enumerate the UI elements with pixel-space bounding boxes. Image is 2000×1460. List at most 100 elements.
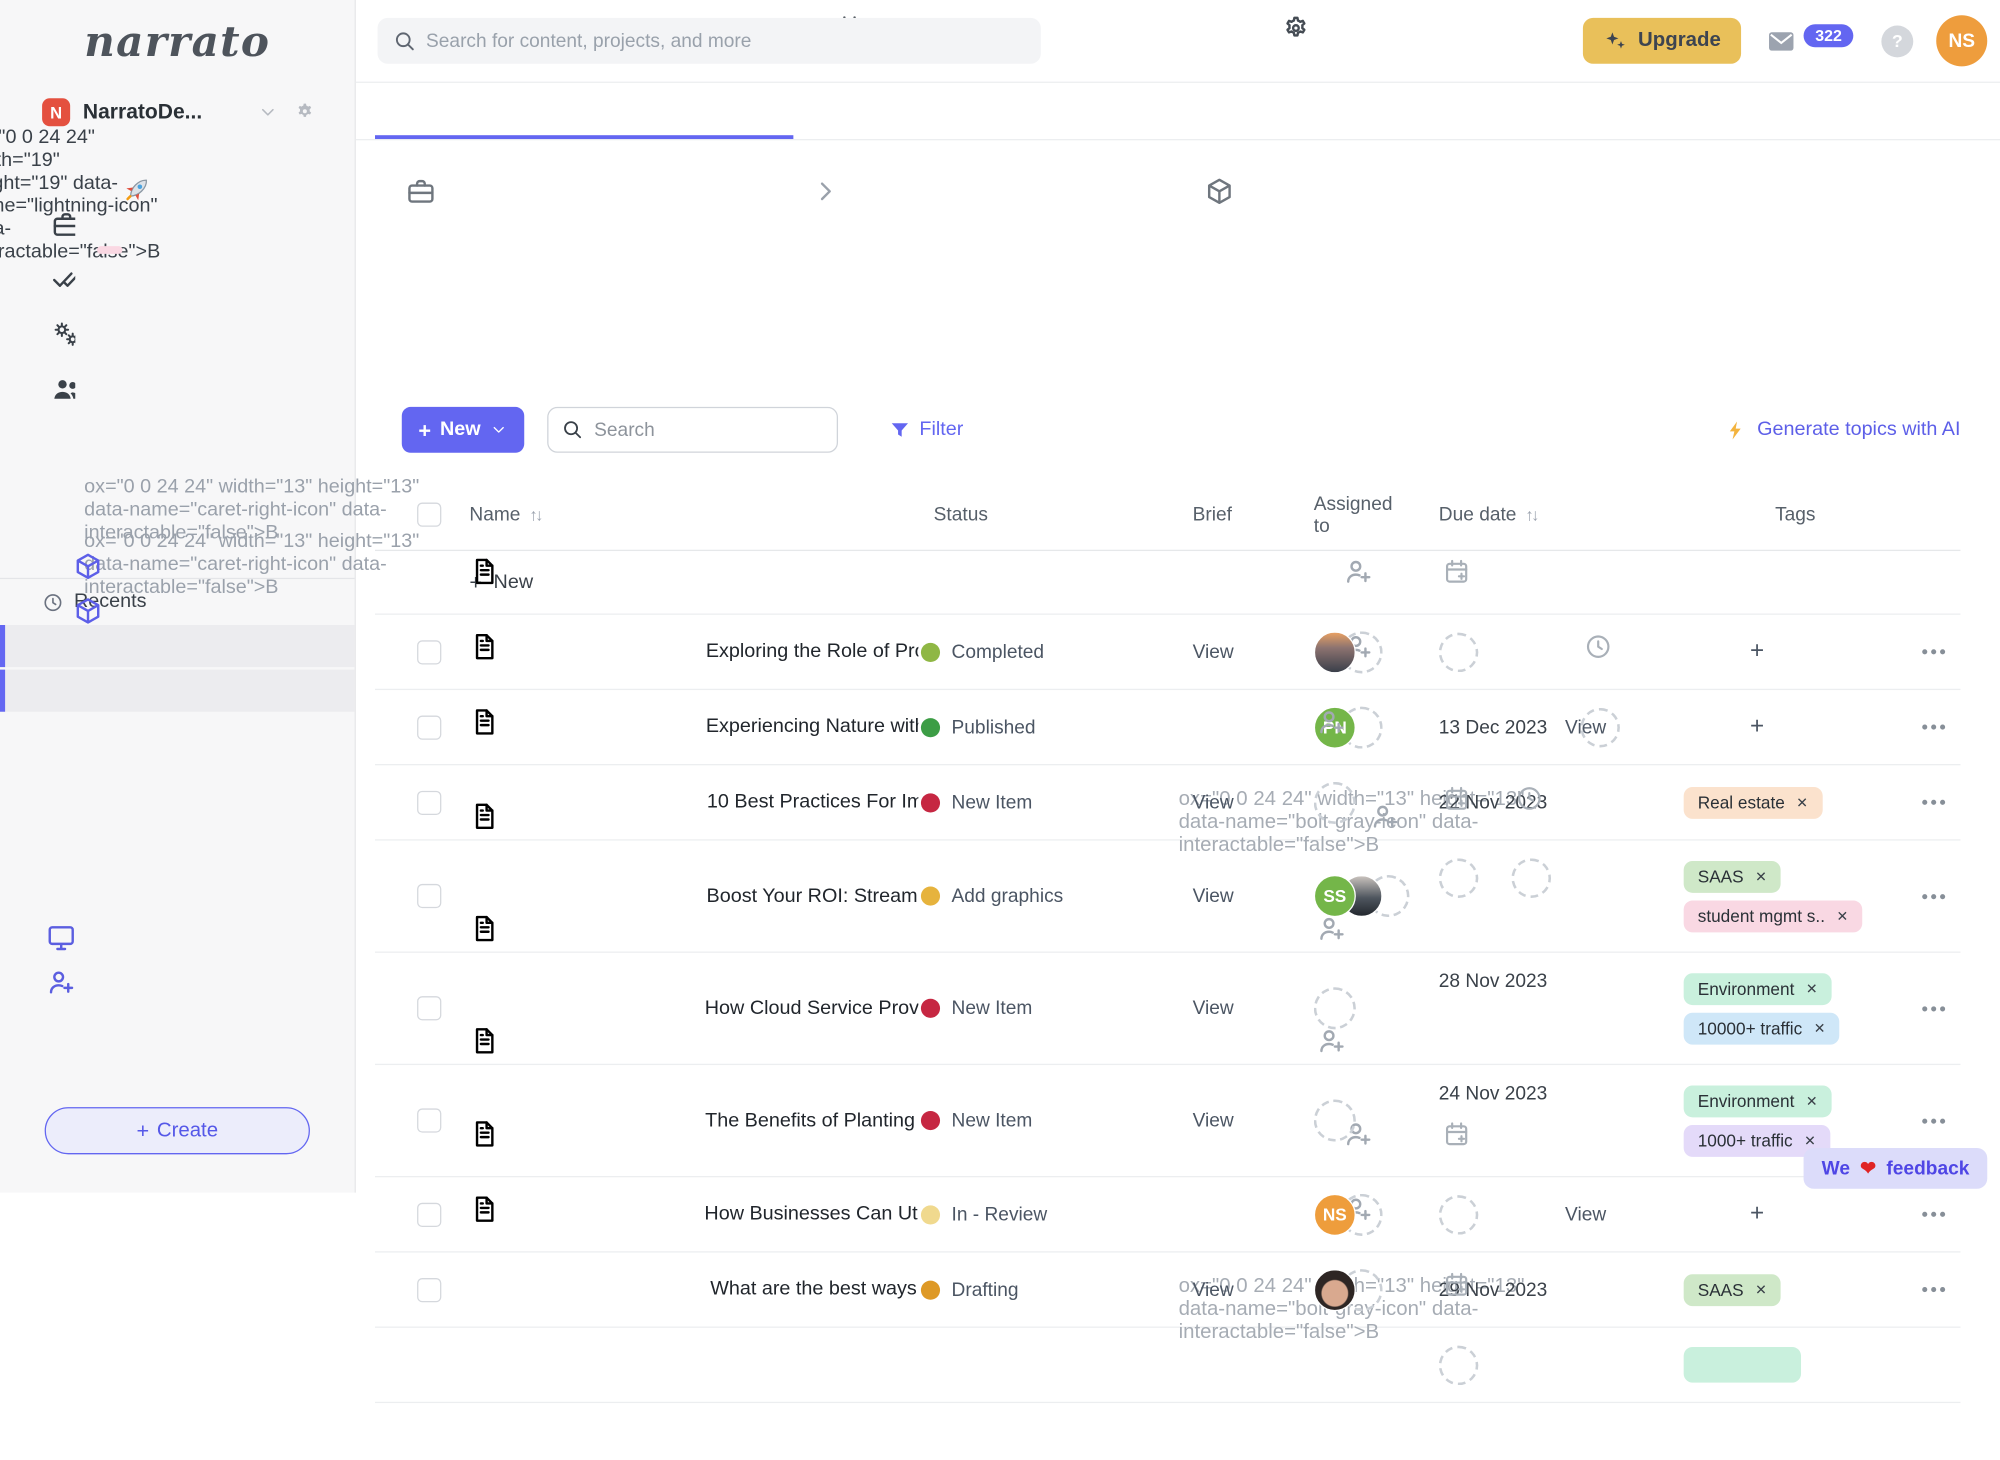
row-checkbox[interactable] — [417, 884, 441, 908]
status-label: New Item — [952, 1110, 1033, 1132]
clock-button[interactable]: ox="0 0 24 24" width="16" height="16" da… — [1511, 858, 1551, 898]
tag-remove-icon[interactable]: ✕ — [1804, 1132, 1816, 1149]
tag-pill[interactable]: 10000+ traffic✕ — [1684, 1012, 1840, 1044]
generate-topics-button[interactable]: Generate topics with AI — [1725, 418, 1960, 441]
sort-icon[interactable]: ↑↓ — [1525, 505, 1536, 524]
row-checkbox[interactable] — [417, 996, 441, 1020]
sidebar-item-team[interactable]: ox="0 0 24 24" width="19" height="19" da… — [0, 441, 355, 496]
tag-label: student mgmt s.. — [1698, 906, 1825, 925]
row-title[interactable]: How Cloud Service Providers Can Leve — [705, 997, 919, 1020]
row-checkbox[interactable] — [417, 790, 441, 814]
status-cell[interactable]: New Item — [918, 791, 1173, 813]
sidebar-link-invite-team-members[interactable]: ox="0 0 24 24" width="18" height="18" da… — [0, 1040, 355, 1085]
row-menu-button[interactable] — [1922, 1212, 1945, 1217]
feedback-button[interactable]: We ❤ feedback — [1804, 1148, 1987, 1189]
row-menu-button[interactable] — [1922, 893, 1945, 898]
tag-remove-icon[interactable]: ✕ — [1806, 980, 1818, 997]
tag-pill[interactable]: SAAS ✕ — [1684, 1274, 1781, 1306]
clock-button[interactable]: ox="0 0 24 24" width="16" height="16" da… — [1580, 707, 1620, 747]
brief-view-link[interactable]: View — [1193, 1279, 1234, 1301]
new-button[interactable]: + New — [402, 407, 524, 453]
status-cell[interactable]: Add graphics — [918, 885, 1173, 907]
status-cell[interactable]: New Item — [918, 1110, 1173, 1132]
column-header[interactable]: Status — [934, 504, 988, 526]
sort-icon[interactable]: ↑↓ — [529, 505, 540, 524]
add-assignee-button[interactable]: ox="0 0 24 24" width="17" height="17" da… — [1314, 781, 1356, 823]
row-menu-button[interactable] — [1922, 1287, 1945, 1292]
due-date[interactable]: 28 Nov 2023 — [1439, 971, 1548, 993]
user-avatar[interactable]: NS — [1936, 15, 1987, 66]
tag-pill[interactable]: student mgmt s.. ✕ — [1684, 900, 1863, 932]
tag-label: SAAS — [1698, 1280, 1744, 1299]
tag-remove-icon[interactable]: ✕ — [1814, 1020, 1826, 1037]
global-search-input[interactable] — [378, 18, 1041, 64]
calendar-add-button[interactable]: ox="0 0 24 24" width="16" height="16" da… — [1439, 1345, 1479, 1385]
tag-pill[interactable]: SAAS✕ — [1684, 860, 1781, 892]
add-tag-button[interactable]: + — [1750, 713, 1764, 741]
tab-settings[interactable]: ox="0 0 24 24" width="18" height="18" da… — [1268, 83, 1686, 139]
column-header[interactable]: Assigned to — [1314, 493, 1411, 536]
status-cell[interactable]: In - Review — [918, 1203, 1173, 1225]
tag-remove-icon[interactable]: ✕ — [1755, 868, 1767, 885]
chevron-down-icon[interactable] — [258, 102, 278, 122]
status-label: Published — [952, 716, 1036, 738]
recent-item-up-and-away[interactable]: ox="0 0 24 24" width="16" height="16" da… — [0, 670, 355, 712]
status-cell[interactable]: Completed — [918, 641, 1173, 663]
row-menu-button[interactable] — [1922, 1006, 1945, 1011]
tag-pill[interactable]: Environment✕ — [1684, 1085, 1832, 1117]
tab-content[interactable]: ox="0 0 24 24" width="18" height="18" da… — [375, 83, 793, 139]
column-header[interactable]: Name — [469, 504, 520, 526]
calendar-add-button[interactable]: ox="0 0 24 24" width="16" height="16" da… — [1439, 1195, 1479, 1235]
tag-pill[interactable]: Environment✕ — [1684, 973, 1832, 1005]
row-menu-button[interactable] — [1922, 724, 1945, 729]
row-menu-button[interactable] — [1922, 800, 1945, 805]
row-checkbox[interactable] — [417, 1202, 441, 1226]
filter-button[interactable]: Filter — [889, 418, 964, 441]
tag-remove-icon[interactable]: ✕ — [1755, 1281, 1767, 1298]
tag-remove-icon[interactable]: ✕ — [1806, 1092, 1818, 1109]
assignee-avatar[interactable] — [1314, 631, 1356, 673]
brief-view-link[interactable]: View — [1193, 791, 1234, 813]
row-title[interactable]: Boost Your ROI: Streamlining Strategie — [707, 885, 919, 908]
brief-view-link[interactable]: View — [1193, 885, 1234, 907]
workspace-avatar: N — [42, 98, 70, 126]
status-cell[interactable]: Published — [918, 716, 1173, 738]
assignee-avatar[interactable]: SS — [1314, 875, 1356, 917]
tab-calendar[interactable]: ox="0 0 24 24" width="18" height="18" da… — [821, 83, 1239, 139]
column-header[interactable]: Tags — [1775, 504, 1815, 526]
row-menu-button[interactable] — [1922, 649, 1945, 654]
breadcrumb-item[interactable]: ox="0 0 24 24" width="17" height="17" da… — [406, 176, 799, 367]
due-date[interactable]: 13 Dec 2023 — [1439, 716, 1548, 738]
question-mark-icon: ? — [1892, 31, 1903, 51]
assignee-avatar[interactable]: NS — [1314, 1193, 1356, 1235]
assignee-avatar[interactable] — [1314, 1268, 1356, 1310]
sidebar-nav: ox="0 0 24 24" width="19" height="19" da… — [0, 167, 355, 496]
add-assignee-button[interactable]: ox="0 0 24 24" width="17" height="17" da… — [1314, 1099, 1356, 1141]
row-checkbox[interactable] — [417, 1108, 441, 1132]
row-menu-button[interactable] — [1922, 1118, 1945, 1123]
status-cell[interactable]: Drafting — [918, 1279, 1173, 1301]
inbox-button[interactable]: 322 — [1764, 26, 1853, 55]
tag-remove-icon[interactable]: ✕ — [1796, 794, 1808, 811]
add-tag-button[interactable]: + — [1750, 1200, 1764, 1228]
add-tag-button[interactable]: + — [1750, 638, 1764, 666]
filter-label: Filter — [919, 418, 963, 441]
calendar-add-button[interactable]: ox="0 0 24 24" width="16" height="16" da… — [1439, 858, 1479, 898]
help-button[interactable]: ? — [1881, 25, 1913, 57]
brief-view-link[interactable]: View — [1193, 997, 1234, 1019]
row-title[interactable]: What are the best ways to attract new — [710, 1278, 918, 1301]
table-search-input[interactable] — [547, 407, 838, 453]
column-header[interactable]: Due date — [1439, 504, 1517, 526]
row-checkbox[interactable] — [417, 1277, 441, 1301]
create-button[interactable]: + Create — [45, 1107, 310, 1154]
tag-remove-icon[interactable]: ✕ — [1836, 908, 1848, 925]
breadcrumb-item[interactable]: ox="0 0 24 24" width="17" height="17" da… — [1204, 176, 1597, 367]
status-cell[interactable]: New Item — [918, 997, 1173, 1019]
tag-pill[interactable] — [1684, 1347, 1801, 1383]
column-header[interactable]: Brief — [1193, 504, 1232, 526]
select-all-checkbox[interactable] — [417, 503, 441, 527]
add-assignee-button[interactable]: ox="0 0 24 24" width="17" height="17" da… — [1314, 987, 1356, 1029]
workspace-settings-gear-icon[interactable] — [293, 101, 316, 124]
tag-pill[interactable]: Real estate✕ — [1684, 786, 1822, 818]
status-label: Drafting — [952, 1279, 1019, 1301]
